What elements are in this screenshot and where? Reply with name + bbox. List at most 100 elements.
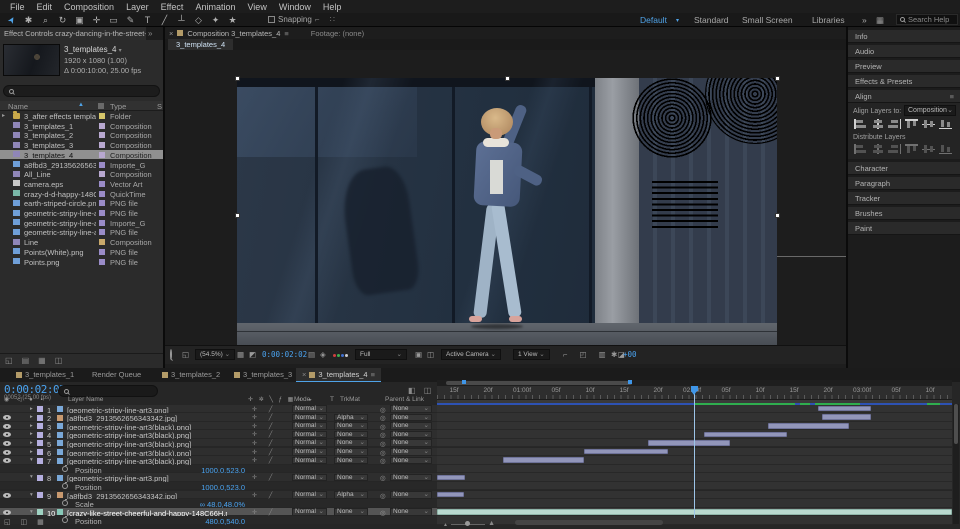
trkmat-dropdown[interactable]: None⌄ [334,422,368,430]
menu-effect[interactable]: Effect [155,2,190,12]
column-type[interactable]: Type [110,102,126,111]
view-layout-dropdown[interactable]: 1 View ⌄ [513,349,550,360]
layer-label-swatch[interactable] [37,423,43,429]
stopwatch-icon[interactable] [62,500,68,506]
navigator-start-handle[interactable] [462,380,466,384]
resolution-dropdown[interactable]: Full ⌄ [355,349,407,360]
layer-switches-icons[interactable]: ✛ ╱ [252,423,277,430]
workspace-libraries[interactable]: Libraries [812,15,845,25]
eraser-tool-icon[interactable]: ◇ [191,14,206,26]
layer-label-swatch[interactable] [37,440,43,446]
hand-tool-icon[interactable]: ✱ [21,14,36,26]
menu-animation[interactable]: Animation [189,2,241,12]
workspace-overflow-icon[interactable]: » [862,15,867,25]
expander-icon[interactable]: ▸ [30,414,33,420]
panel-header-brushes[interactable]: Brushes [848,207,960,220]
stopwatch-icon[interactable] [62,466,68,472]
trkmat-dropdown[interactable]: None⌄ [334,474,368,482]
property-row[interactable]: Scale∞ 48.0,48.0% [0,499,437,508]
property-row[interactable]: Position1000.0,523.0 [0,465,437,474]
trkmat-dropdown[interactable]: None⌄ [334,457,368,465]
blend-mode-dropdown[interactable]: Normal⌄ [292,491,327,499]
parent-dropdown[interactable]: None⌄ [390,431,432,439]
layer-row[interactable]: ▾9[a8fbd3_2913562656343342.jpg]✛ ╱Normal… [0,491,437,500]
parent-dropdown[interactable]: None⌄ [390,457,432,465]
gear-icon[interactable]: ✱ [611,350,617,359]
comp-name[interactable]: 3_templates_4 [64,45,116,54]
new-folder-icon[interactable]: ▤ [22,356,30,368]
workspace-grid-icon[interactable]: ▦ [876,15,884,26]
panel-menu-icon[interactable]: ≡ [950,90,954,103]
parent-dropdown[interactable]: None⌄ [390,448,432,456]
active-comp-tab[interactable]: 3_templates_4 [168,39,233,50]
layer-switches-icons[interactable]: ✛ ╱ [252,431,277,438]
project-search-input[interactable] [3,85,160,97]
parent-dropdown[interactable]: None⌄ [390,405,432,413]
expander-icon[interactable]: ▾ [30,509,33,515]
project-item[interactable]: crazy-d-d-happy-148C06H.movQuickTime [0,189,163,199]
expander-icon[interactable]: ▸ [30,440,33,446]
layer-bar[interactable] [704,432,787,438]
blend-mode-dropdown[interactable]: Normal⌄ [292,405,327,413]
camera-tool-icon[interactable]: ▣ [72,14,87,26]
menu-file[interactable]: File [4,2,31,12]
parent-dropdown[interactable]: None⌄ [390,422,432,430]
project-item[interactable]: earth-striped-circle.pngPNG file [0,198,163,208]
region-of-interest-icon[interactable]: ▣ [415,350,422,359]
panel-header-align[interactable]: Align≡ [848,90,960,103]
project-item[interactable]: geometric-stripy-line-art3.jpgImporte_G [0,218,163,228]
workspace-small-screen[interactable]: Small Screen [742,15,793,25]
workspace-default[interactable]: Default [640,15,667,25]
layer-bar[interactable] [768,423,849,429]
blend-mode-dropdown[interactable]: Normal⌄ [292,508,327,516]
snapshot-camera-icon[interactable]: ▤ [308,350,315,359]
visibility-eye-icon[interactable] [3,510,11,515]
expander-icon[interactable]: ▸ [30,449,33,455]
property-value[interactable]: 480.0,540.0 [150,517,245,526]
expander-icon[interactable]: ▾ [30,457,33,463]
composition-stage[interactable] [165,50,846,345]
layer-label-swatch[interactable] [37,458,43,464]
comp-name-caret-icon[interactable]: ▾ [119,48,122,54]
project-item[interactable]: camera.epsVector Art [0,179,163,189]
label-swatch[interactable] [99,142,105,148]
layer-label-swatch[interactable] [37,415,43,421]
layer-row[interactable]: ▾7[geometric-stripy-line-art3(black).png… [0,456,437,465]
layer-bar[interactable] [503,457,584,463]
align-to-dropdown[interactable]: Composition⌄ [904,105,956,116]
blend-mode-dropdown[interactable]: Normal⌄ [292,431,327,439]
property-row[interactable]: Position1000.0,523.0 [0,482,437,491]
transparency-grid-icon[interactable]: ◩ [249,350,256,359]
layer-label-swatch[interactable] [37,475,43,481]
column-name[interactable]: Name [8,102,28,111]
layer-row[interactable]: ▸3[geometric-stripy-line-art3(black).png… [0,422,437,431]
blend-mode-dropdown[interactable]: Normal⌄ [292,457,327,465]
layer-switches-icons[interactable]: ✛ ╱ [252,414,277,421]
new-composition-icon[interactable]: ▦ [38,356,46,368]
label-swatch[interactable] [99,132,105,138]
label-swatch[interactable] [99,171,105,177]
roi-icon[interactable]: ◱ [182,350,189,359]
tab-overflow-icon[interactable]: » [148,29,152,38]
property-row[interactable]: Position480.0,540.0 [0,516,437,525]
panel-header-tracker[interactable]: Tracker [848,192,960,205]
label-swatch[interactable] [99,152,105,158]
label-swatch[interactable] [99,200,105,206]
expander-icon[interactable]: ▸ [2,112,5,119]
layer-switches-icons[interactable]: ✛ ╱ [252,440,277,447]
align-icon-5[interactable] [939,119,952,129]
channel-icons[interactable] [333,350,349,359]
panel-header-preview[interactable]: Preview [848,60,960,73]
trkmat-dropdown[interactable]: None⌄ [334,431,368,439]
project-item[interactable]: 3_templates_3Composition [0,140,163,150]
project-item[interactable]: 3_templates_2Composition [0,130,163,140]
layer-row[interactable]: ▾8[geometric-stripy-line-art3.png]✛ ╱Nor… [0,473,437,482]
align-icon-1[interactable] [871,119,884,129]
pan-behind-tool-icon[interactable]: ✛ [89,14,104,26]
timeline-bottom-toggle-icons[interactable]: ◱ ◫ ▦ [4,518,48,526]
label-swatch[interactable] [99,259,105,265]
layer-label-swatch[interactable] [37,449,43,455]
selection-handle[interactable] [505,76,510,81]
panel-menu-icon[interactable]: ≡ [284,29,288,38]
blend-mode-dropdown[interactable]: Normal⌄ [292,414,327,422]
